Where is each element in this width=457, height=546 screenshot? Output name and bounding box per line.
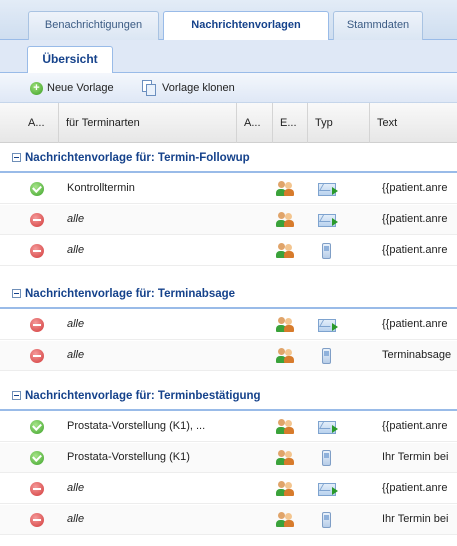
- appointment-types-cell: Kontrolltermin: [67, 182, 135, 194]
- text-cell: Terminabsage: [382, 349, 452, 361]
- email-icon: [318, 319, 338, 332]
- inactive-status-icon: [30, 482, 44, 496]
- group-header-terminbestaetigung[interactable]: Nachrichtenvorlage für: Terminbestätigun…: [0, 381, 457, 411]
- table-row[interactable]: alle {{patient.anre: [0, 236, 457, 266]
- mobile-phone-icon: [322, 348, 331, 364]
- column-header-e[interactable]: E...: [273, 103, 308, 143]
- new-template-label: Neue Vorlage: [47, 82, 114, 94]
- appointment-types-cell: alle: [67, 349, 85, 361]
- email-icon: [318, 421, 338, 434]
- main-tab-bar: Benachrichtigungen Nachrichtenvorlagen S…: [0, 0, 457, 41]
- clone-template-label: Vorlage klonen: [162, 82, 235, 94]
- table-row[interactable]: alle {{patient.anre: [0, 474, 457, 504]
- column-header-type[interactable]: Typ: [308, 103, 370, 143]
- table-row[interactable]: Prostata-Vorstellung (K1) Ihr Termin bei: [0, 443, 457, 473]
- users-icon: [276, 181, 294, 197]
- table-row[interactable]: alle Ihr Termin bei: [0, 505, 457, 535]
- email-icon: [318, 483, 338, 496]
- mobile-phone-icon: [322, 450, 331, 466]
- table-row[interactable]: alle Terminabsage: [0, 341, 457, 371]
- appointment-types-cell: Prostata-Vorstellung (K1): [67, 451, 190, 463]
- table-row[interactable]: alle {{patient.anre: [0, 205, 457, 235]
- text-cell: {{patient.anre: [382, 213, 448, 225]
- text-cell: {{patient.anre: [382, 182, 448, 194]
- group-title: Nachrichtenvorlage für: Termin-Followup: [25, 152, 250, 164]
- active-status-icon: [30, 420, 44, 434]
- email-icon: [318, 214, 338, 227]
- text-cell: {{patient.anre: [382, 318, 448, 330]
- add-icon: +: [30, 81, 43, 95]
- clone-template-button[interactable]: Vorlage klonen: [142, 79, 235, 97]
- copy-icon: [142, 80, 157, 96]
- users-icon: [276, 419, 294, 435]
- active-status-icon: [30, 182, 44, 196]
- users-icon: [276, 317, 294, 333]
- users-icon: [276, 481, 294, 497]
- users-icon: [276, 348, 294, 364]
- group-header-termin-followup[interactable]: Nachrichtenvorlage für: Termin-Followup: [0, 143, 457, 173]
- users-icon: [276, 212, 294, 228]
- inactive-status-icon: [30, 213, 44, 227]
- users-icon: [276, 243, 294, 259]
- column-header-appointment-types[interactable]: für Terminarten: [59, 103, 237, 143]
- group-title: Nachrichtenvorlage für: Terminabsage: [25, 288, 236, 300]
- appointment-types-cell: alle: [67, 513, 85, 525]
- inactive-status-icon: [30, 244, 44, 258]
- sub-tab-bar: Übersicht: [0, 40, 457, 73]
- inactive-status-icon: [30, 349, 44, 363]
- table-row[interactable]: Prostata-Vorstellung (K1), ... {{patient…: [0, 412, 457, 442]
- text-cell: Ihr Termin bei: [382, 451, 449, 463]
- new-template-button[interactable]: + Neue Vorlage: [30, 79, 114, 97]
- appointment-types-cell: alle: [67, 244, 85, 256]
- text-cell: Ihr Termin bei: [382, 513, 449, 525]
- appointment-types-cell: alle: [67, 482, 85, 494]
- group-header-terminabsage[interactable]: Nachrichtenvorlage für: Terminabsage: [0, 279, 457, 309]
- collapse-icon[interactable]: [12, 391, 21, 400]
- column-header-active[interactable]: A...: [21, 103, 59, 143]
- collapse-icon[interactable]: [12, 289, 21, 298]
- text-cell: {{patient.anre: [382, 482, 448, 494]
- email-icon: [318, 183, 338, 196]
- toolbar: + Neue Vorlage Vorlage klonen: [0, 73, 457, 103]
- appointment-types-cell: alle: [67, 318, 85, 330]
- group-title: Nachrichtenvorlage für: Terminbestätigun…: [25, 390, 261, 402]
- column-header-text[interactable]: Text: [370, 103, 457, 143]
- tab-nachrichtenvorlagen[interactable]: Nachrichtenvorlagen: [163, 11, 329, 41]
- text-cell: {{patient.anre: [382, 244, 448, 256]
- active-status-icon: [30, 451, 44, 465]
- inactive-status-icon: [30, 513, 44, 527]
- mobile-phone-icon: [322, 512, 331, 528]
- tab-stammdaten[interactable]: Stammdaten: [333, 11, 423, 40]
- table-row[interactable]: Kontrolltermin {{patient.anre: [0, 174, 457, 204]
- tab-benachrichtigungen[interactable]: Benachrichtigungen: [28, 11, 159, 40]
- users-icon: [276, 450, 294, 466]
- column-header-a[interactable]: A...: [237, 103, 273, 143]
- users-icon: [276, 512, 294, 528]
- collapse-icon[interactable]: [12, 153, 21, 162]
- table-row[interactable]: alle {{patient.anre: [0, 310, 457, 340]
- grid-header: A... für Terminarten A... E... Typ Text: [0, 103, 457, 143]
- mobile-phone-icon: [322, 243, 331, 259]
- appointment-types-cell: Prostata-Vorstellung (K1), ...: [67, 420, 206, 432]
- inactive-status-icon: [30, 318, 44, 332]
- appointment-types-cell: alle: [67, 213, 85, 225]
- tab-uebersicht[interactable]: Übersicht: [27, 46, 113, 73]
- text-cell: {{patient.anre: [382, 420, 448, 432]
